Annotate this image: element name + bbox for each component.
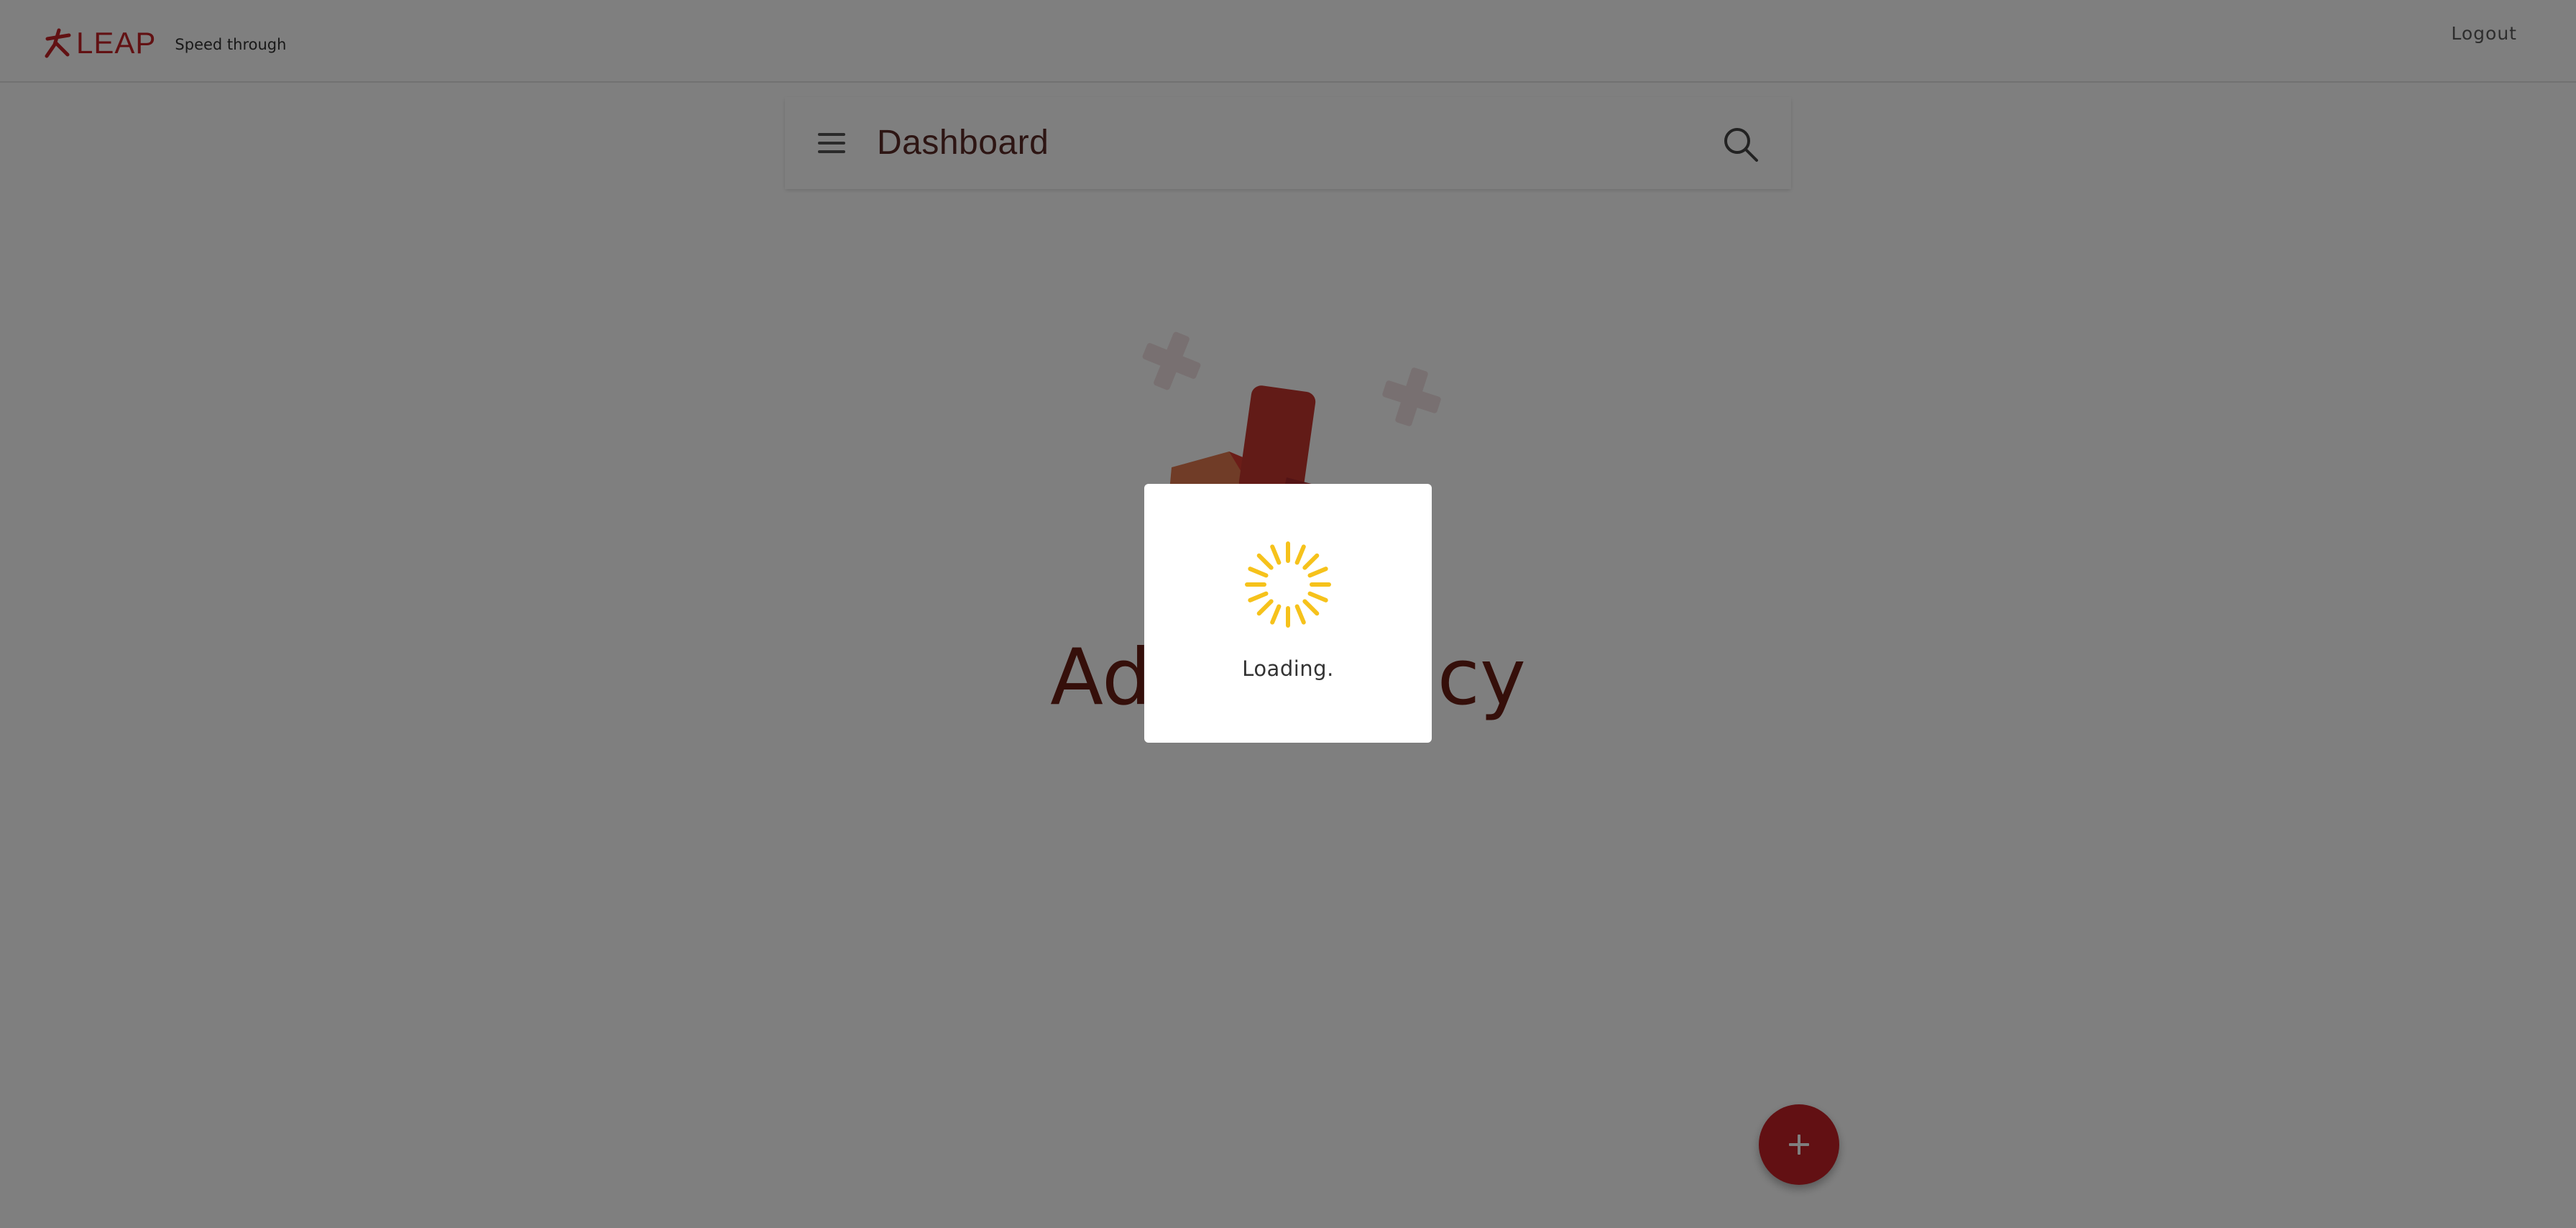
loading-spinner-icon xyxy=(1245,541,1331,628)
loading-text: Loading. xyxy=(1242,656,1334,681)
loading-dialog: Loading. xyxy=(1144,484,1432,743)
